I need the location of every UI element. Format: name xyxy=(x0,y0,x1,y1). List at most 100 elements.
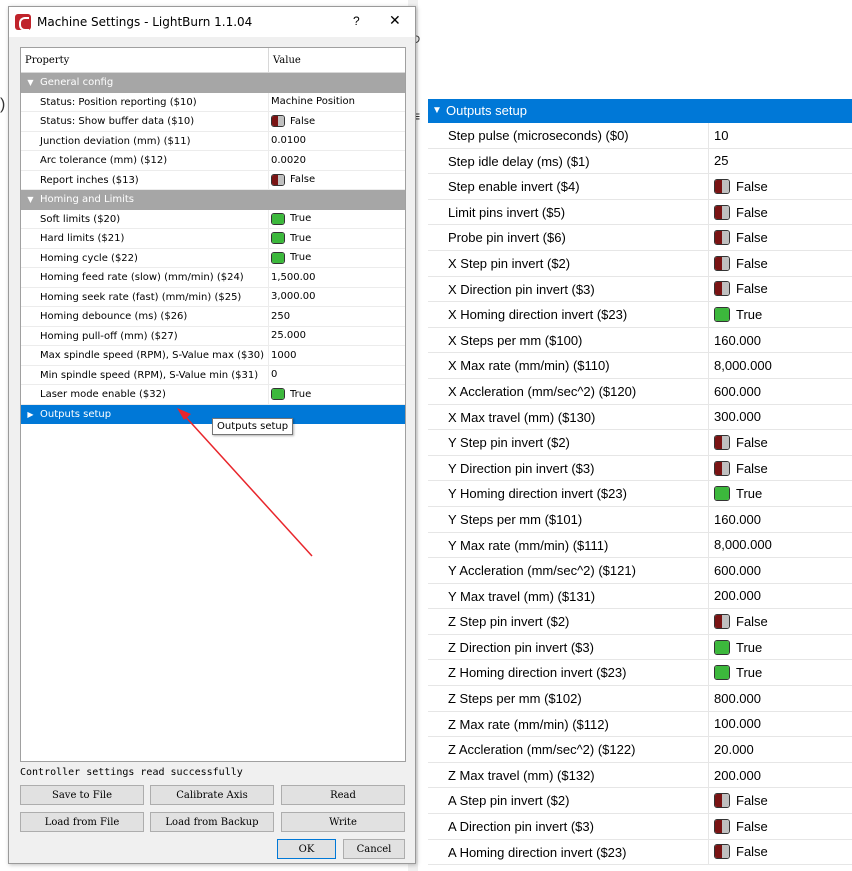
setting-value-cell[interactable]: True xyxy=(709,481,762,506)
setting-row[interactable]: X Max travel (mm) ($130) 300.000 xyxy=(428,404,852,431)
setting-name: Y Homing direction invert ($23) xyxy=(428,481,709,506)
setting-row[interactable]: Step pulse (microseconds) ($0) 10 xyxy=(428,123,852,149)
toggle-on-icon[interactable] xyxy=(714,639,730,655)
setting-value-cell[interactable]: 200.000 xyxy=(709,584,761,609)
setting-row[interactable]: X Steps per mm ($100) 160.000 xyxy=(428,327,852,354)
setting-name: Z Homing direction invert ($23) xyxy=(428,660,709,686)
setting-value-cell[interactable]: 100.000 xyxy=(709,712,761,737)
setting-name: Y Max rate (mm/min) ($111) xyxy=(428,532,709,558)
toggle-off-icon[interactable] xyxy=(714,255,730,271)
setting-value-cell[interactable]: 8,000.000 xyxy=(709,353,772,378)
setting-value: 100.000 xyxy=(714,716,761,732)
setting-name: X Direction pin invert ($3) xyxy=(428,276,709,302)
setting-row[interactable]: Z Max travel (mm) ($132) 200.000 xyxy=(428,762,852,789)
toggle-off-icon[interactable] xyxy=(714,818,730,834)
setting-value-cell[interactable]: 20.000 xyxy=(709,737,754,762)
setting-row[interactable]: Step idle delay (ms) ($1) 25 xyxy=(428,148,852,175)
setting-name: Z Steps per mm ($102) xyxy=(428,686,709,711)
setting-value: True xyxy=(736,486,763,502)
setting-row[interactable]: Y Homing direction invert ($23) True xyxy=(428,481,852,507)
setting-value-cell[interactable]: False xyxy=(709,251,768,276)
setting-row[interactable]: A Step pin invert ($2) False xyxy=(428,788,852,815)
setting-row[interactable]: Y Accleration (mm/sec^2) ($121) 600.000 xyxy=(428,558,852,584)
setting-row[interactable]: Z Direction pin invert ($3) True xyxy=(428,634,852,661)
setting-value-cell[interactable]: False xyxy=(709,456,768,481)
setting-value-cell[interactable]: 600.000 xyxy=(709,558,761,583)
setting-value-cell[interactable]: False xyxy=(709,430,768,455)
setting-row[interactable]: Y Steps per mm ($101) 160.000 xyxy=(428,506,852,533)
toggle-off-icon[interactable] xyxy=(714,614,730,630)
setting-name: Y Max travel (mm) ($131) xyxy=(428,583,709,609)
setting-value-cell[interactable]: False xyxy=(709,277,768,302)
setting-row[interactable]: Limit pins invert ($5) False xyxy=(428,199,852,226)
setting-value-cell[interactable]: False xyxy=(709,609,768,634)
setting-row[interactable]: Z Accleration (mm/sec^2) ($122) 20.000 xyxy=(428,737,852,763)
toggle-off-icon[interactable] xyxy=(714,434,730,450)
setting-value-cell[interactable]: 200.000 xyxy=(709,763,761,788)
setting-row[interactable]: Z Steps per mm ($102) 800.000 xyxy=(428,686,852,712)
setting-value: 800.000 xyxy=(714,690,761,706)
setting-name: X Step pin invert ($2) xyxy=(428,250,709,276)
setting-value-cell[interactable]: False xyxy=(709,840,768,865)
setting-value: 25 xyxy=(714,153,729,169)
setting-value: 20.000 xyxy=(714,742,754,758)
setting-row[interactable]: X Accleration (mm/sec^2) ($120) 600.000 xyxy=(428,378,852,405)
outputs-setup-title: Outputs setup xyxy=(446,103,527,118)
setting-value-cell[interactable]: 800.000 xyxy=(709,686,761,711)
setting-name: Probe pin invert ($6) xyxy=(428,225,709,250)
setting-name: A Homing direction invert ($23) xyxy=(428,839,709,865)
setting-value-cell[interactable]: True xyxy=(709,635,762,660)
setting-row[interactable]: Y Max rate (mm/min) ($111) 8,000.000 xyxy=(428,532,852,559)
setting-value-cell[interactable]: 8,000.000 xyxy=(709,533,772,558)
setting-row[interactable]: Z Homing direction invert ($23) True xyxy=(428,660,852,687)
toggle-off-icon[interactable] xyxy=(714,793,730,809)
toggle-off-icon[interactable] xyxy=(714,281,730,297)
setting-value-cell[interactable]: False xyxy=(709,225,768,250)
toggle-off-icon[interactable] xyxy=(714,460,730,476)
setting-value: True xyxy=(736,665,763,681)
toggle-off-icon[interactable] xyxy=(714,230,730,246)
setting-value-cell[interactable]: False xyxy=(709,814,768,839)
setting-row[interactable]: X Homing direction invert ($23) True xyxy=(428,302,852,328)
setting-name: Step idle delay (ms) ($1) xyxy=(428,148,709,174)
setting-value-cell[interactable]: 10 xyxy=(709,123,728,148)
setting-row[interactable]: X Step pin invert ($2) False xyxy=(428,250,852,277)
setting-value-cell[interactable]: False xyxy=(709,200,768,225)
chevron-down-icon[interactable]: ▼ xyxy=(428,99,446,123)
setting-row[interactable]: Z Max rate (mm/min) ($112) 100.000 xyxy=(428,711,852,738)
toggle-on-icon[interactable] xyxy=(714,665,730,681)
setting-value-cell[interactable]: False xyxy=(709,788,768,813)
setting-row[interactable]: Probe pin invert ($6) False xyxy=(428,225,852,251)
toggle-off-icon[interactable] xyxy=(714,844,730,860)
setting-value: False xyxy=(736,434,768,450)
setting-value-cell[interactable]: False xyxy=(709,174,768,199)
toggle-on-icon[interactable] xyxy=(714,306,730,322)
toggle-on-icon[interactable] xyxy=(714,486,730,502)
setting-row[interactable]: Step enable invert ($4) False xyxy=(428,174,852,200)
setting-name: Y Step pin invert ($2) xyxy=(428,430,709,455)
toggle-off-icon[interactable] xyxy=(714,178,730,194)
toggle-off-icon[interactable] xyxy=(714,204,730,220)
setting-name: Step enable invert ($4) xyxy=(428,174,709,199)
setting-row[interactable]: A Homing direction invert ($23) False xyxy=(428,839,852,866)
setting-row[interactable]: Y Step pin invert ($2) False xyxy=(428,430,852,456)
setting-value: True xyxy=(736,306,763,322)
outputs-setup-header[interactable]: ▼ Outputs setup xyxy=(428,99,852,123)
setting-value-cell[interactable]: 160.000 xyxy=(709,328,761,353)
setting-value-cell[interactable]: 600.000 xyxy=(709,379,761,404)
setting-name: X Steps per mm ($100) xyxy=(428,327,709,353)
setting-value-cell[interactable]: True xyxy=(709,302,762,327)
setting-value-cell[interactable]: 160.000 xyxy=(709,507,761,532)
setting-row[interactable]: X Direction pin invert ($3) False xyxy=(428,276,852,303)
setting-row[interactable]: Z Step pin invert ($2) False xyxy=(428,609,852,635)
setting-row[interactable]: A Direction pin invert ($3) False xyxy=(428,814,852,840)
setting-row[interactable]: Y Max travel (mm) ($131) 200.000 xyxy=(428,583,852,610)
setting-value-cell[interactable]: 300.000 xyxy=(709,405,761,430)
setting-name: Limit pins invert ($5) xyxy=(428,199,709,225)
setting-row[interactable]: Y Direction pin invert ($3) False xyxy=(428,455,852,482)
setting-value-cell[interactable]: True xyxy=(709,660,762,685)
setting-name: Y Steps per mm ($101) xyxy=(428,506,709,532)
setting-name: A Step pin invert ($2) xyxy=(428,788,709,814)
setting-row[interactable]: X Max rate (mm/min) ($110) 8,000.000 xyxy=(428,353,852,379)
setting-value-cell[interactable]: 25 xyxy=(709,149,728,174)
